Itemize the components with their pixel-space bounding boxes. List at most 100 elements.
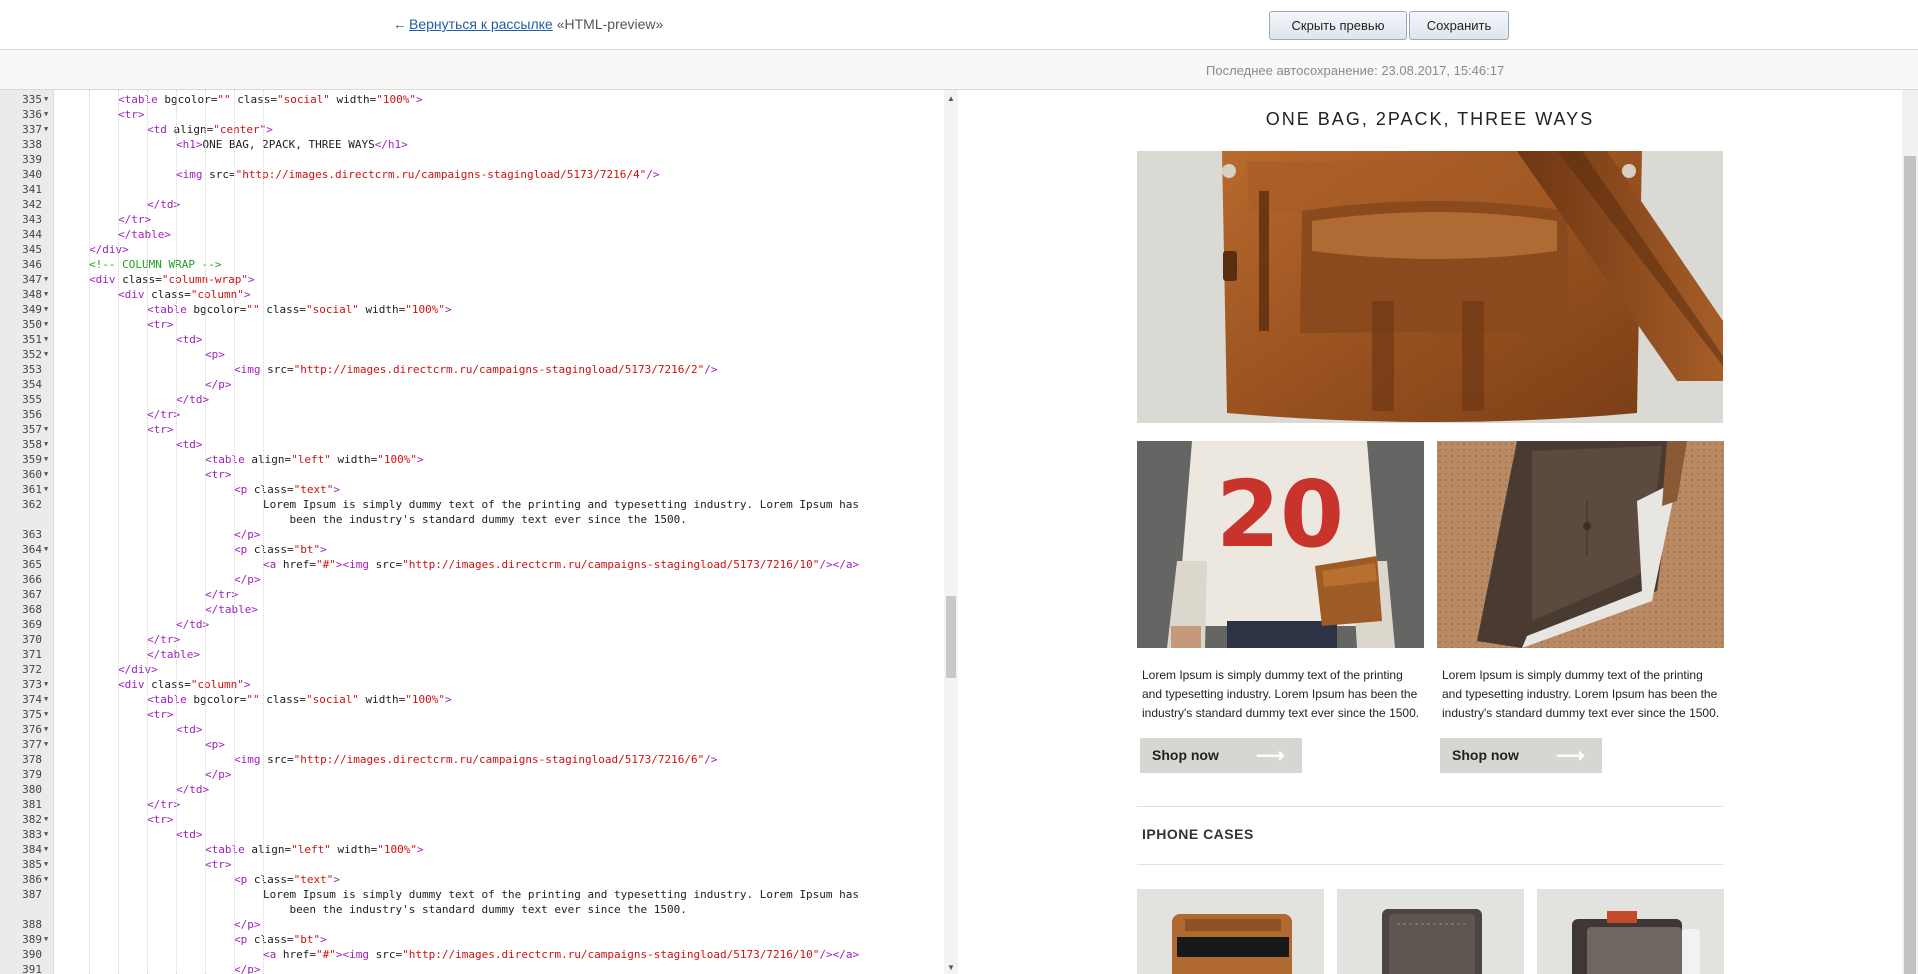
code-token: "social" [305, 303, 359, 316]
scroll-down-arrow-icon[interactable]: ▼ [947, 963, 955, 972]
fold-toggle-icon[interactable]: ▼ [44, 467, 53, 482]
code-lines[interactable]: 335 ▼ <table bgcolor="" class="social" wid… [0, 92, 940, 974]
code-line[interactable]: 367 </tr> [0, 587, 940, 602]
code-line[interactable]: 390 <a href="#"><img src="http://images.d… [0, 947, 940, 962]
code-token: </p> [205, 768, 232, 781]
code-line[interactable]: 353 <img src="http://images.directcrm.ru/… [0, 362, 940, 377]
code-line[interactable]: 370 </tr> [0, 632, 940, 647]
code-line[interactable]: 356 </tr> [0, 407, 940, 422]
code-line[interactable]: 341 [0, 182, 940, 197]
code-line[interactable]: 380 </td> [0, 782, 940, 797]
code-line[interactable]: 362 Lorem Ipsum is simply dummy text of t… [0, 497, 940, 527]
code-line[interactable]: 361 ▼ <p class="text"> [0, 482, 940, 497]
code-line[interactable]: 350 ▼ <tr> [0, 317, 940, 332]
editor-scrollbar-thumb[interactable] [946, 596, 956, 678]
code-line[interactable]: 364 ▼ <p class="bt"> [0, 542, 940, 557]
shop-now-button-1[interactable]: Shop now ⟶ [1140, 738, 1302, 773]
code-line[interactable]: 371 </table> [0, 647, 940, 662]
code-line[interactable]: 387 Lorem Ipsum is simply dummy text of t… [0, 887, 940, 917]
fold-toggle-icon[interactable]: ▼ [44, 827, 53, 842]
fold-toggle-icon[interactable]: ▼ [44, 122, 53, 137]
fold-toggle-icon[interactable]: ▼ [44, 842, 53, 857]
code-line[interactable]: 357 ▼ <tr> [0, 422, 940, 437]
fold-toggle-icon[interactable]: ▼ [44, 92, 53, 107]
fold-toggle-icon[interactable]: ▼ [44, 482, 53, 497]
code-line[interactable]: 343 </tr> [0, 212, 940, 227]
fold-toggle-icon[interactable]: ▼ [44, 332, 53, 347]
code-line[interactable]: 365 <a href="#"><img src="http://images.d… [0, 557, 940, 572]
code-line[interactable]: 352 ▼ <p> [0, 347, 940, 362]
code-line[interactable]: 373 ▼ <div class="column"> [0, 677, 940, 692]
code-editor[interactable]: 335 ▼ <table bgcolor="" class="social" wid… [0, 90, 958, 974]
back-arrow-icon[interactable]: ← [393, 16, 407, 32]
fold-toggle-icon[interactable]: ▼ [44, 452, 53, 467]
code-line[interactable]: 377 ▼ <p> [0, 737, 940, 752]
code-line[interactable]: 347 ▼ <div class="column-wrap"> [0, 272, 940, 287]
code-line[interactable]: 344 </table> [0, 227, 940, 242]
fold-toggle-icon[interactable]: ▼ [44, 272, 53, 287]
fold-toggle-icon[interactable]: ▼ [44, 677, 53, 692]
code-line[interactable]: 358 ▼ <td> [0, 437, 940, 452]
fold-toggle-icon[interactable]: ▼ [44, 857, 53, 872]
fold-toggle-icon[interactable]: ▼ [44, 692, 53, 707]
fold-toggle-icon[interactable]: ▼ [44, 302, 53, 317]
preview-scrollbar[interactable] [1902, 90, 1918, 974]
code-line[interactable]: 375 ▼ <tr> [0, 707, 940, 722]
shop-now-button-2[interactable]: Shop now ⟶ [1440, 738, 1602, 773]
code-line[interactable]: 360 ▼ <tr> [0, 467, 940, 482]
code-line[interactable]: 376 ▼ <td> [0, 722, 940, 737]
code-line[interactable]: 366 </p> [0, 572, 940, 587]
preview-scrollbar-thumb[interactable] [1904, 156, 1916, 974]
fold-toggle-icon[interactable]: ▼ [44, 437, 53, 452]
fold-toggle-icon[interactable]: ▼ [44, 872, 53, 887]
code-line[interactable]: 340 <img src="http://images.directcrm.ru/… [0, 167, 940, 182]
fold-toggle-icon[interactable]: ▼ [44, 287, 53, 302]
code-line[interactable]: 346 <!-- COLUMN WRAP --> [0, 257, 940, 272]
code-line[interactable]: 336 ▼ <tr> [0, 107, 940, 122]
fold-toggle-icon[interactable]: ▼ [44, 317, 53, 332]
code-line[interactable]: 388 </p> [0, 917, 940, 932]
code-line[interactable]: 384 ▼ <table align="left" width="100%"> [0, 842, 940, 857]
fold-toggle-icon[interactable]: ▼ [44, 542, 53, 557]
code-line[interactable]: 345 </div> [0, 242, 940, 257]
code-line[interactable]: 386 ▼ <p class="text"> [0, 872, 940, 887]
code-line[interactable]: 378 <img src="http://images.directcrm.ru/… [0, 752, 940, 767]
code-line[interactable]: 372 </div> [0, 662, 940, 677]
fold-toggle-icon[interactable]: ▼ [44, 737, 53, 752]
code-line[interactable]: 359 ▼ <table align="left" width="100%"> [0, 452, 940, 467]
fold-toggle-icon[interactable]: ▼ [44, 422, 53, 437]
code-line[interactable]: 349 ▼ <table bgcolor="" class="social" wid… [0, 302, 940, 317]
code-line[interactable]: 363 </p> [0, 527, 940, 542]
fold-toggle-icon[interactable]: ▼ [44, 107, 53, 122]
code-line[interactable]: 354 </p> [0, 377, 940, 392]
fold-toggle-icon[interactable]: ▼ [44, 932, 53, 947]
fold-toggle-icon[interactable]: ▼ [44, 722, 53, 737]
code-line[interactable]: 342 </td> [0, 197, 940, 212]
code-line[interactable]: 351 ▼ <td> [0, 332, 940, 347]
code-line[interactable]: 355 </td> [0, 392, 940, 407]
back-to-campaign-link[interactable]: Вернуться к рассылке [409, 16, 553, 32]
code-line[interactable]: 391 </p> [0, 962, 940, 974]
hide-preview-button[interactable]: Скрыть превью [1269, 11, 1407, 40]
save-button[interactable]: Сохранить [1409, 11, 1509, 40]
code-line[interactable]: 368 </table> [0, 602, 940, 617]
code-line[interactable]: 383 ▼ <td> [0, 827, 940, 842]
fold-toggle-icon[interactable]: ▼ [44, 347, 53, 362]
code-line[interactable]: 338 <h1>ONE BAG, 2PACK, THREE WAYS</h1> [0, 137, 940, 152]
code-line[interactable]: 348 ▼ <div class="column"> [0, 287, 940, 302]
editor-scrollbar[interactable]: ▲ ▼ [944, 90, 958, 974]
code-line[interactable]: 374 ▼ <table bgcolor="" class="social" wid… [0, 692, 940, 707]
code-line[interactable]: 381 </tr> [0, 797, 940, 812]
code-line[interactable]: 389 ▼ <p class="bt"> [0, 932, 940, 947]
fold-toggle-icon[interactable]: ▼ [44, 707, 53, 722]
code-line[interactable]: 339 [0, 152, 940, 167]
code-line[interactable]: 369 </td> [0, 617, 940, 632]
fold-toggle-icon[interactable]: ▼ [44, 812, 53, 827]
code-line[interactable]: 335 ▼ <table bgcolor="" class="social" wid… [0, 92, 940, 107]
code-text: </div> [118, 662, 938, 677]
code-line[interactable]: 337 ▼ <td align="center"> [0, 122, 940, 137]
code-line[interactable]: 385 ▼ <tr> [0, 857, 940, 872]
code-line[interactable]: 382 ▼ <tr> [0, 812, 940, 827]
code-line[interactable]: 379 </p> [0, 767, 940, 782]
scroll-up-arrow-icon[interactable]: ▲ [947, 94, 955, 103]
